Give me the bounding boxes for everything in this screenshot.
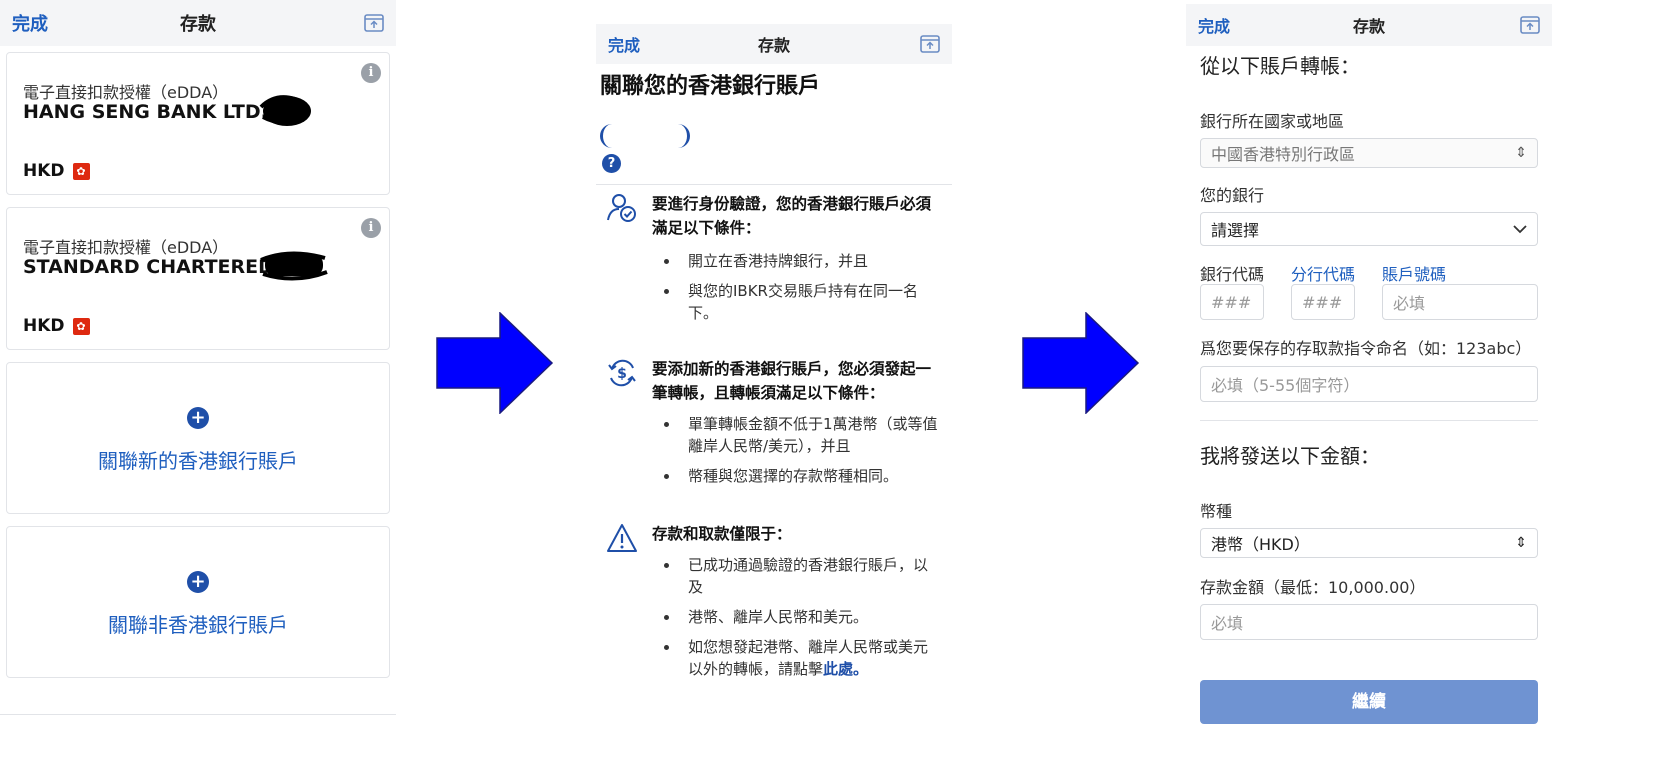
updown-chevron-icon: ⇕ (1515, 145, 1527, 161)
section-title: 存款和取款僅限于： (652, 525, 792, 543)
bank-code-label: 銀行代碼 (1200, 265, 1265, 284)
hk-flag-icon: ✿ (72, 162, 90, 180)
share-screen-icon[interactable] (1520, 16, 1540, 34)
bank-name: HANG SENG BANK LTD... (23, 101, 283, 123)
warning-icon (607, 524, 637, 552)
divider (1200, 420, 1538, 421)
account-number-input[interactable]: 必填 (1382, 284, 1538, 320)
account-type: 電子直接扣款授權（eDDA） (23, 238, 229, 257)
list-item: 單筆轉帳金額不低于1萬港幣（或等值離岸人民幣/美元），并且 (652, 413, 942, 457)
list-item: 與您的IBKR交易賬戶持有在同一名下。 (652, 280, 942, 324)
right-arrow-icon (1022, 312, 1140, 414)
bullet-list: 單筆轉帳金額不低于1萬港幣（或等值離岸人民幣/美元），并且 幣種與您選擇的存款幣… (652, 413, 942, 495)
section-title: 要添加新的香港銀行賬戶，您必須發起一筆轉帳，且轉帳須滿足以下條件： (652, 360, 932, 402)
right-arrow-icon (436, 312, 554, 414)
currency-row: HKD ✿ (23, 316, 90, 336)
divider (0, 714, 396, 715)
list-item: 如您想發起港幣、離岸人民幣或美元以外的轉帳，請點擊此處。 (652, 636, 942, 680)
link-hk-bank-label: 關聯新的香港銀行賬戶 (98, 449, 298, 473)
page-title: 存款 (180, 14, 216, 35)
redaction-scribble (260, 251, 328, 281)
list-item-text: 如您想發起港幣、離岸人民幣或美元以外的轉帳，請點擊 (688, 638, 929, 678)
instruction-name-label: 爲您要保存的存取款指令命名（如：123abc） (1200, 339, 1532, 358)
link-hk-bank-button[interactable]: + 關聯新的香港銀行賬戶 (6, 362, 390, 514)
branch-code-placeholder: ### (1302, 292, 1343, 312)
link-hk-bank-info-panel: 完成 存款 關聯您的香港銀行賬戶 ? 要進行身份驗證，您的香港銀行賬戶必須滿足以… (596, 24, 952, 694)
bullet-list: 開立在香港持牌銀行，并且 與您的IBKR交易賬戶持有在同一名下。 (652, 250, 942, 332)
account-number-label[interactable]: 賬戶號碼 (1382, 261, 1446, 285)
currency-select[interactable]: 港幣（HKD） ⇕ (1200, 528, 1538, 558)
instruction-name-input[interactable]: 必填（5-55個字符） (1200, 366, 1538, 402)
amount-label: 存款金額（最低：10,000.00） (1200, 578, 1426, 597)
list-item: 港幣、離岸人民幣和美元。 (652, 606, 942, 628)
svg-text:$: $ (617, 366, 627, 382)
currency-label: 幣種 (1200, 502, 1233, 521)
bank-label: 您的銀行 (1200, 186, 1265, 205)
divider (596, 184, 952, 185)
info-icon[interactable]: i (361, 63, 381, 83)
account-number-placeholder: 必填 (1393, 294, 1426, 313)
toggle-pill[interactable] (600, 124, 690, 148)
nav-bar: 完成 存款 (0, 0, 396, 46)
currency-code: HKD (23, 316, 65, 336)
chevron-down-icon (1513, 225, 1527, 234)
user-check-icon (607, 194, 636, 222)
amount-placeholder: 必填 (1211, 614, 1244, 633)
nav-bar: 完成 存款 (1186, 4, 1552, 46)
nav-bar: 完成 存款 (596, 24, 952, 64)
bullet-list: 已成功通過驗證的香港銀行賬戶，以及 港幣、離岸人民幣和美元。 如您想發起港幣、離… (652, 554, 942, 688)
redaction-scribble (259, 95, 311, 126)
bank-code-placeholder: ### (1211, 292, 1252, 312)
section-title: 要進行身份驗證，您的香港銀行賬戶必須滿足以下條件： (652, 195, 932, 237)
share-screen-icon[interactable] (364, 14, 384, 32)
section-heading: 關聯您的香港銀行賬戶 (600, 74, 821, 99)
currency-row: HKD ✿ (23, 161, 90, 181)
bank-code-input[interactable]: ### (1200, 284, 1264, 320)
link-non-hk-bank-button[interactable]: + 關聯非香港銀行賬戶 (6, 526, 390, 678)
page-title: 存款 (757, 36, 791, 55)
done-button[interactable]: 完成 (1198, 13, 1230, 37)
plus-circle-icon: + (187, 407, 209, 429)
plus-circle-icon: + (187, 571, 209, 593)
deposit-accounts-panel: 完成 存款 i 電子直接扣款授權（eDDA） HANG SENG BANK LT… (0, 0, 396, 782)
country-select[interactable]: 中國香港特別行政區 ⇕ (1200, 138, 1538, 168)
list-item: 已成功通過驗證的香港銀行賬戶，以及 (652, 554, 942, 598)
link-non-hk-bank-label: 關聯非香港銀行賬戶 (108, 613, 288, 637)
branch-code-label[interactable]: 分行代碼 (1291, 261, 1355, 285)
info-icon[interactable]: i (361, 218, 381, 238)
continue-button[interactable]: 繼續 (1200, 680, 1538, 724)
bank-select[interactable]: 請選擇 (1200, 212, 1538, 246)
currency-code: HKD (23, 161, 65, 181)
bank-value: 請選擇 (1211, 221, 1260, 240)
currency-value: 港幣（HKD） (1211, 535, 1310, 554)
done-button[interactable]: 完成 (608, 32, 640, 56)
list-item: 幣種與您選擇的存款幣種相同。 (652, 465, 942, 487)
bank-name: STANDARD CHARTERED.. (23, 256, 289, 278)
from-account-heading: 從以下賬戶轉帳： (1200, 54, 1360, 78)
account-type: 電子直接扣款授權（eDDA） (23, 83, 229, 102)
share-screen-icon[interactable] (920, 35, 940, 53)
help-icon[interactable]: ? (602, 154, 621, 173)
amount-input[interactable]: 必填 (1200, 604, 1538, 640)
deposit-form-panel: 完成 存款 從以下賬戶轉帳： 銀行所在國家或地區 中國香港特別行政區 ⇕ 您的銀… (1186, 4, 1552, 730)
page-title: 存款 (1352, 17, 1386, 36)
country-label: 銀行所在國家或地區 (1200, 112, 1345, 131)
linked-account-card[interactable]: i 電子直接扣款授權（eDDA） STANDARD CHARTERED.. HK… (6, 207, 390, 350)
instruction-name-placeholder: 必填（5-55個字符） (1211, 376, 1360, 395)
here-link[interactable]: 此處。 (823, 660, 868, 678)
linked-account-card[interactable]: i 電子直接扣款授權（eDDA） HANG SENG BANK LTD... H… (6, 52, 390, 195)
done-button[interactable]: 完成 (12, 10, 48, 36)
updown-chevron-icon: ⇕ (1515, 535, 1527, 551)
list-item: 開立在香港持牌銀行，并且 (652, 250, 942, 272)
currency-exchange-icon: $ (608, 359, 636, 387)
branch-code-input[interactable]: ### (1291, 284, 1355, 320)
country-value: 中國香港特別行政區 (1211, 145, 1356, 164)
hk-flag-icon: ✿ (72, 317, 90, 335)
amount-heading: 我將發送以下金額： (1200, 444, 1380, 468)
